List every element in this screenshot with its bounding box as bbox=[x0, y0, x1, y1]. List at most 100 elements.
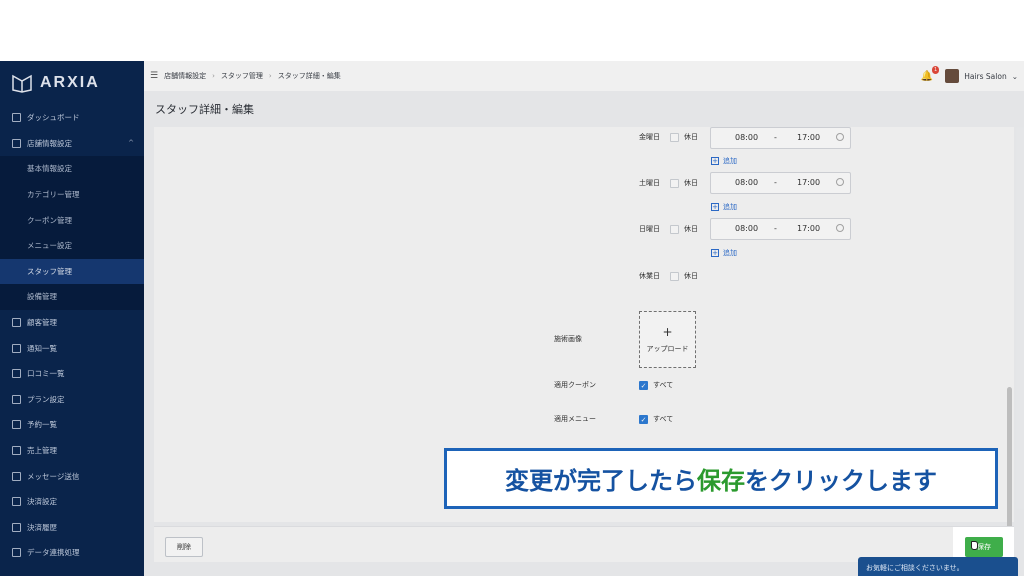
plus-icon: + bbox=[711, 203, 719, 211]
menu-all-checkbox[interactable]: ✓ bbox=[639, 414, 648, 424]
sales-icon bbox=[12, 446, 21, 456]
menu-all-label: すべて bbox=[653, 415, 674, 423]
day-label: 金曜日 bbox=[639, 133, 660, 141]
message-icon bbox=[12, 471, 21, 481]
data-icon bbox=[12, 548, 21, 558]
sidebar-item[interactable]: 設備管理 bbox=[0, 284, 144, 310]
add-label: 追加 bbox=[723, 157, 737, 165]
day-label: 日曜日 bbox=[639, 225, 660, 233]
sidebar-item[interactable]: クーポン管理 bbox=[0, 207, 144, 233]
time-range-friday[interactable]: 08:00 - 17:00 bbox=[710, 127, 851, 149]
caption-highlight: 保存 bbox=[697, 467, 745, 495]
schedule-row-friday: 金曜日 休日 bbox=[639, 132, 698, 142]
sidebar-item[interactable]: 店舗情報設定 ^ bbox=[0, 131, 144, 157]
avatar bbox=[945, 69, 960, 83]
sidebar-item[interactable]: 予約一覧 bbox=[0, 412, 144, 438]
chevron-down-icon: ⌄ bbox=[1011, 71, 1018, 81]
sidebar-item[interactable]: メニュー設定 bbox=[0, 232, 144, 259]
caption-text: 変更が完了したら保存をクリックします bbox=[505, 461, 937, 496]
add-time-button[interactable]: + 追加 bbox=[711, 156, 737, 166]
top-band bbox=[0, 0, 1024, 61]
plus-icon: + bbox=[711, 157, 719, 165]
clock-icon bbox=[836, 133, 844, 141]
sidebar-item[interactable]: 決済履歴 bbox=[0, 515, 144, 541]
sidebar-item-label: プラン設定 bbox=[27, 394, 65, 404]
holiday-checkbox[interactable] bbox=[670, 224, 679, 234]
menu-toggle-icon[interactable]: ☰ bbox=[150, 71, 158, 81]
sidebar-item[interactable]: 決済設定 bbox=[0, 489, 144, 515]
plus-icon: + bbox=[711, 249, 719, 257]
breadcrumb-separator-icon: › bbox=[212, 72, 215, 80]
sidebar-item[interactable]: 基本情報設定 bbox=[0, 156, 144, 182]
dashboard-icon bbox=[12, 113, 21, 123]
sidebar-item-label: 口コミ一覧 bbox=[27, 369, 65, 379]
menu-label: 適用メニュー bbox=[554, 415, 596, 423]
sidebar-item-label: 決済履歴 bbox=[27, 522, 57, 532]
breadcrumb-separator-icon: › bbox=[268, 72, 272, 80]
sidebar-item[interactable]: 売上管理 bbox=[0, 438, 144, 464]
sidebar-item-label: 顧客管理 bbox=[27, 318, 57, 328]
day-label: 休業日 bbox=[639, 272, 660, 280]
sidebar-item-label: 予約一覧 bbox=[27, 420, 57, 430]
coupon-all-label: すべて bbox=[653, 381, 674, 389]
breadcrumb-item[interactable]: スタッフ管理 bbox=[221, 71, 263, 81]
sidebar-item[interactable]: プラン設定 bbox=[0, 387, 144, 413]
sidebar-item-label: メッセージ送信 bbox=[27, 471, 80, 481]
sidebar-item[interactable]: データ連携処理 bbox=[0, 540, 144, 566]
time-range-saturday[interactable]: 08:00 - 17:00 bbox=[710, 172, 851, 194]
user-name: Hairs Salon bbox=[964, 71, 1007, 81]
sidebar-item[interactable]: カテゴリー管理 bbox=[0, 181, 144, 208]
breadcrumb-item[interactable]: 店舗情報設定 bbox=[164, 71, 206, 81]
menu-row: 適用メニュー ✓ すべて bbox=[554, 414, 673, 424]
scrollbar[interactable] bbox=[1007, 387, 1012, 537]
image-label: 施術画像 bbox=[554, 334, 582, 344]
holiday-checkbox[interactable] bbox=[670, 271, 679, 281]
coupon-all-checkbox[interactable]: ✓ bbox=[639, 380, 648, 390]
sidebar-item-label: 店舗情報設定 bbox=[27, 138, 72, 148]
customers-icon bbox=[12, 318, 21, 328]
holiday-checkbox[interactable] bbox=[670, 132, 679, 142]
sidebar-item[interactable]: 顧客管理 bbox=[0, 310, 144, 336]
calendar-icon bbox=[12, 420, 21, 430]
store-icon bbox=[12, 138, 21, 148]
sidebar-item[interactable]: メッセージ送信 bbox=[0, 463, 144, 489]
sidebar-item[interactable]: 通知一覧 bbox=[0, 335, 144, 361]
time-range-sunday[interactable]: 08:00 - 17:00 bbox=[710, 218, 851, 240]
sidebar-item-label: 決済設定 bbox=[27, 497, 57, 507]
end-time: 17:00 bbox=[797, 133, 821, 142]
holiday-checkbox[interactable] bbox=[670, 178, 679, 188]
sidebar-item[interactable]: 口コミ一覧 bbox=[0, 361, 144, 387]
add-label: 追加 bbox=[723, 249, 737, 257]
sidebar-item-label: 設備管理 bbox=[27, 292, 57, 302]
chat-widget[interactable]: お気軽にご相談くださいませ。 bbox=[858, 557, 1018, 576]
sidebar-item[interactable]: ダッシュボード bbox=[0, 105, 144, 131]
schedule-row-sunday: 日曜日 休日 bbox=[639, 224, 698, 234]
sidebar-item-label: 基本情報設定 bbox=[27, 164, 72, 174]
start-time: 08:00 bbox=[735, 178, 759, 187]
sidebar-item-label: カテゴリー管理 bbox=[27, 190, 80, 200]
bell-icon[interactable]: 🔔 1 bbox=[921, 65, 940, 82]
day-label: 土曜日 bbox=[639, 179, 660, 187]
plus-icon: + bbox=[662, 325, 673, 339]
schedule-row-public-holiday: 休業日 休日 bbox=[639, 271, 698, 281]
notification-badge: 1 bbox=[932, 65, 940, 74]
end-time: 17:00 bbox=[797, 224, 821, 233]
chevron-up-icon: ^ bbox=[128, 138, 134, 147]
image-label-text: 施術画像 bbox=[554, 335, 582, 343]
upload-box[interactable]: + アップロード bbox=[639, 311, 696, 368]
logo-icon bbox=[10, 72, 34, 94]
start-time: 08:00 bbox=[735, 133, 759, 142]
add-time-button[interactable]: + 追加 bbox=[711, 248, 737, 258]
time-dash: - bbox=[774, 133, 777, 142]
brand-name: ARXIA bbox=[40, 74, 100, 91]
plan-icon bbox=[12, 394, 21, 404]
delete-button[interactable]: 削除 bbox=[165, 537, 203, 557]
review-icon bbox=[12, 369, 21, 379]
coupon-label: 適用クーポン bbox=[554, 381, 596, 389]
upload-label: アップロード bbox=[646, 345, 689, 353]
holiday-label: 休日 bbox=[684, 272, 698, 280]
sidebar-item[interactable]: スタッフ管理 bbox=[0, 258, 144, 285]
holiday-label: 休日 bbox=[684, 225, 698, 233]
user-menu[interactable]: Hairs Salon ⌄ bbox=[945, 69, 1018, 83]
add-time-button[interactable]: + 追加 bbox=[711, 202, 737, 212]
